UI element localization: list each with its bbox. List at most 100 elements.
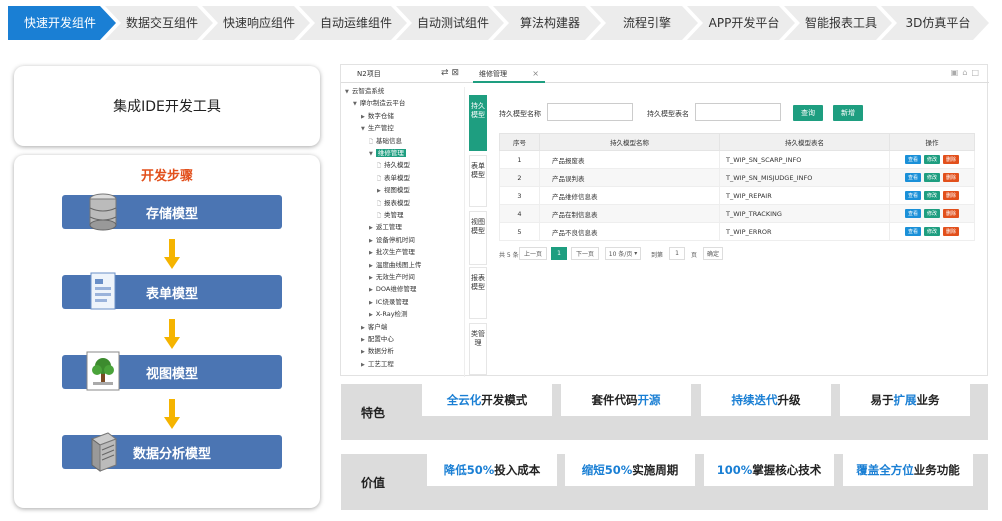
file-icon[interactable]: 🗋 [377,213,381,219]
prev-page-button[interactable]: 上一页 [519,247,547,260]
tree-node[interactable]: ▶ X-Ray检测 [369,310,408,320]
tree-node[interactable]: ▶ IC烧录管理 [369,298,408,308]
next-page-button[interactable]: 下一页 [571,247,599,260]
vtab-view-model[interactable]: 视图模型 [469,211,487,265]
tree-node[interactable]: ▼ 维修管理 [369,149,406,159]
view-button[interactable]: 查看 [905,173,921,182]
view-button[interactable]: 查看 [905,191,921,200]
view-button[interactable]: 查看 [905,209,921,218]
collapsed-arrow-icon[interactable]: ▶ [361,325,365,331]
delete-button[interactable]: 删除 [943,209,959,218]
tree-node[interactable]: ▶ 数字仓储 [361,112,394,122]
collapsed-arrow-icon[interactable]: ▶ [369,225,373,231]
step-quick-dev[interactable]: 快速开发组件 [8,6,116,40]
cell-model-name: 产品误判表 [539,168,720,187]
goto-confirm-button[interactable]: 确定 [703,247,723,260]
file-icon[interactable]: 🗋 [377,163,381,169]
file-icon[interactable]: 🗋 [369,139,373,145]
tree-node[interactable]: ▶ 返工管理 [369,223,402,233]
step-app-platform[interactable]: APP开发平台 [687,6,795,40]
view-button[interactable]: 查看 [905,155,921,164]
edit-button[interactable]: 修改 [924,209,940,218]
edit-button[interactable]: 修改 [924,227,940,236]
collapsed-arrow-icon[interactable]: ▶ [369,250,373,256]
tree-node[interactable]: 🗋 表单模型 [377,174,410,184]
save-icon[interactable]: ▣ [951,68,963,77]
collapsed-arrow-icon[interactable]: ▶ [369,287,373,293]
edit-button[interactable]: 修改 [924,191,940,200]
collapsed-arrow-icon[interactable]: ▶ [361,362,365,368]
page-1-button[interactable]: 1 [551,247,567,260]
window-controls: ▣⌂□ [951,68,983,77]
view-button[interactable]: 查看 [905,227,921,236]
tree-node[interactable]: 🗋 类管理 [377,211,404,221]
vtab-report-model[interactable]: 报表模型 [469,267,487,319]
expanded-arrow-icon[interactable]: ▼ [345,89,349,95]
tree-node[interactable]: ▶ 配置中心 [361,335,394,345]
tree-node[interactable]: 🗋 持久模型 [377,161,410,171]
delete-button[interactable]: 删除 [943,191,959,200]
collapsed-arrow-icon[interactable]: ▶ [369,312,373,318]
delete-button[interactable]: 删除 [943,173,959,182]
expanded-arrow-icon[interactable]: ▼ [353,101,357,107]
step-auto-ops[interactable]: 自动运维组件 [299,6,407,40]
table-row: 1 产品报废表 T_WIP_SN_SCARP_INFO 查看 修改 删除 [499,150,975,169]
tab-maintenance[interactable]: 维修管理 × [473,66,545,83]
tree-node-label: 视图模型 [383,186,410,195]
vtab-form-model[interactable]: 表单模型 [469,155,487,207]
collapsed-arrow-icon[interactable]: ▶ [361,349,365,355]
tree-node[interactable]: ▶ 设备停机时间 [369,236,415,246]
step-label: APP开发平台 [708,16,780,30]
step-auto-test[interactable]: 自动测试组件 [396,6,504,40]
tree-node[interactable]: ▶ 客户端 [361,323,387,333]
step-algorithm[interactable]: 算法构建器 [493,6,601,40]
collapsed-arrow-icon[interactable]: ▶ [377,188,381,194]
tree-node[interactable]: ▶ DOA维修管理 [369,285,416,295]
collapsed-arrow-icon[interactable]: ▶ [369,275,373,281]
collapse-icon[interactable]: ⊠ [451,68,459,78]
edit-button[interactable]: 修改 [924,173,940,182]
step-flow-engine[interactable]: 流程引擎 [590,6,698,40]
collapsed-arrow-icon[interactable]: ▶ [361,337,365,343]
tree-node[interactable]: 🗋 基础信息 [369,137,402,147]
collapsed-arrow-icon[interactable]: ▶ [369,263,373,269]
step-report-tool[interactable]: 智能报表工具 [784,6,892,40]
collapsed-arrow-icon[interactable]: ▶ [369,300,373,306]
tree-node[interactable]: ▼ 云智造系统 [345,87,384,97]
tree-node[interactable]: ▶ 工艺工程 [361,360,394,370]
search-button[interactable]: 查询 [793,105,823,121]
tree-node[interactable]: ▼ 生产管控 [361,124,394,134]
expanded-arrow-icon[interactable]: ▼ [361,126,365,132]
model-name-input[interactable] [547,103,633,121]
vtab-class-manage[interactable]: 类管理 [469,323,487,375]
goto-page-input[interactable]: 1 [669,247,685,260]
table-name-input[interactable] [695,103,781,121]
close-icon[interactable]: × [532,69,539,78]
add-button[interactable]: 新增 [833,105,863,121]
delete-button[interactable]: 删除 [943,227,959,236]
page-size-select[interactable]: 10 条/页 ▾ [605,247,641,260]
delete-button[interactable]: 删除 [943,155,959,164]
vtab-persistent-model[interactable]: 持久模型 [469,95,487,151]
cell-model-name: 产品不良信息表 [539,222,720,241]
tree-node[interactable]: 🗋 报表模型 [377,199,410,209]
tree-node[interactable]: ▶ 数据分析 [361,347,394,357]
tree-node[interactable]: ▶ 批次生产管理 [369,248,415,258]
table-name-label: 持久模型表名 [647,110,689,118]
collapsed-arrow-icon[interactable]: ▶ [361,114,365,120]
swap-icon[interactable]: ⇄ [441,68,449,78]
step-data-interaction[interactable]: 数据交互组件 [105,6,213,40]
edit-button[interactable]: 修改 [924,155,940,164]
model-name-label: 持久模型名称 [499,110,541,118]
step-quick-response[interactable]: 快速响应组件 [202,6,310,40]
maximize-icon[interactable]: □ [971,68,983,77]
expanded-arrow-icon[interactable]: ▼ [369,151,373,157]
tree-node[interactable]: ▼ 摩尔制造云平台 [353,99,405,109]
tree-node[interactable]: ▶ 无效生产时间 [369,273,415,283]
file-icon[interactable]: 🗋 [377,176,381,182]
tree-node[interactable]: ▶ 视图模型 [377,186,410,196]
step-3d-sim[interactable]: 3D仿真平台 [881,6,989,40]
tree-node[interactable]: ▶ 温度曲线图上传 [369,261,421,271]
collapsed-arrow-icon[interactable]: ▶ [369,238,373,244]
file-icon[interactable]: 🗋 [377,201,381,207]
